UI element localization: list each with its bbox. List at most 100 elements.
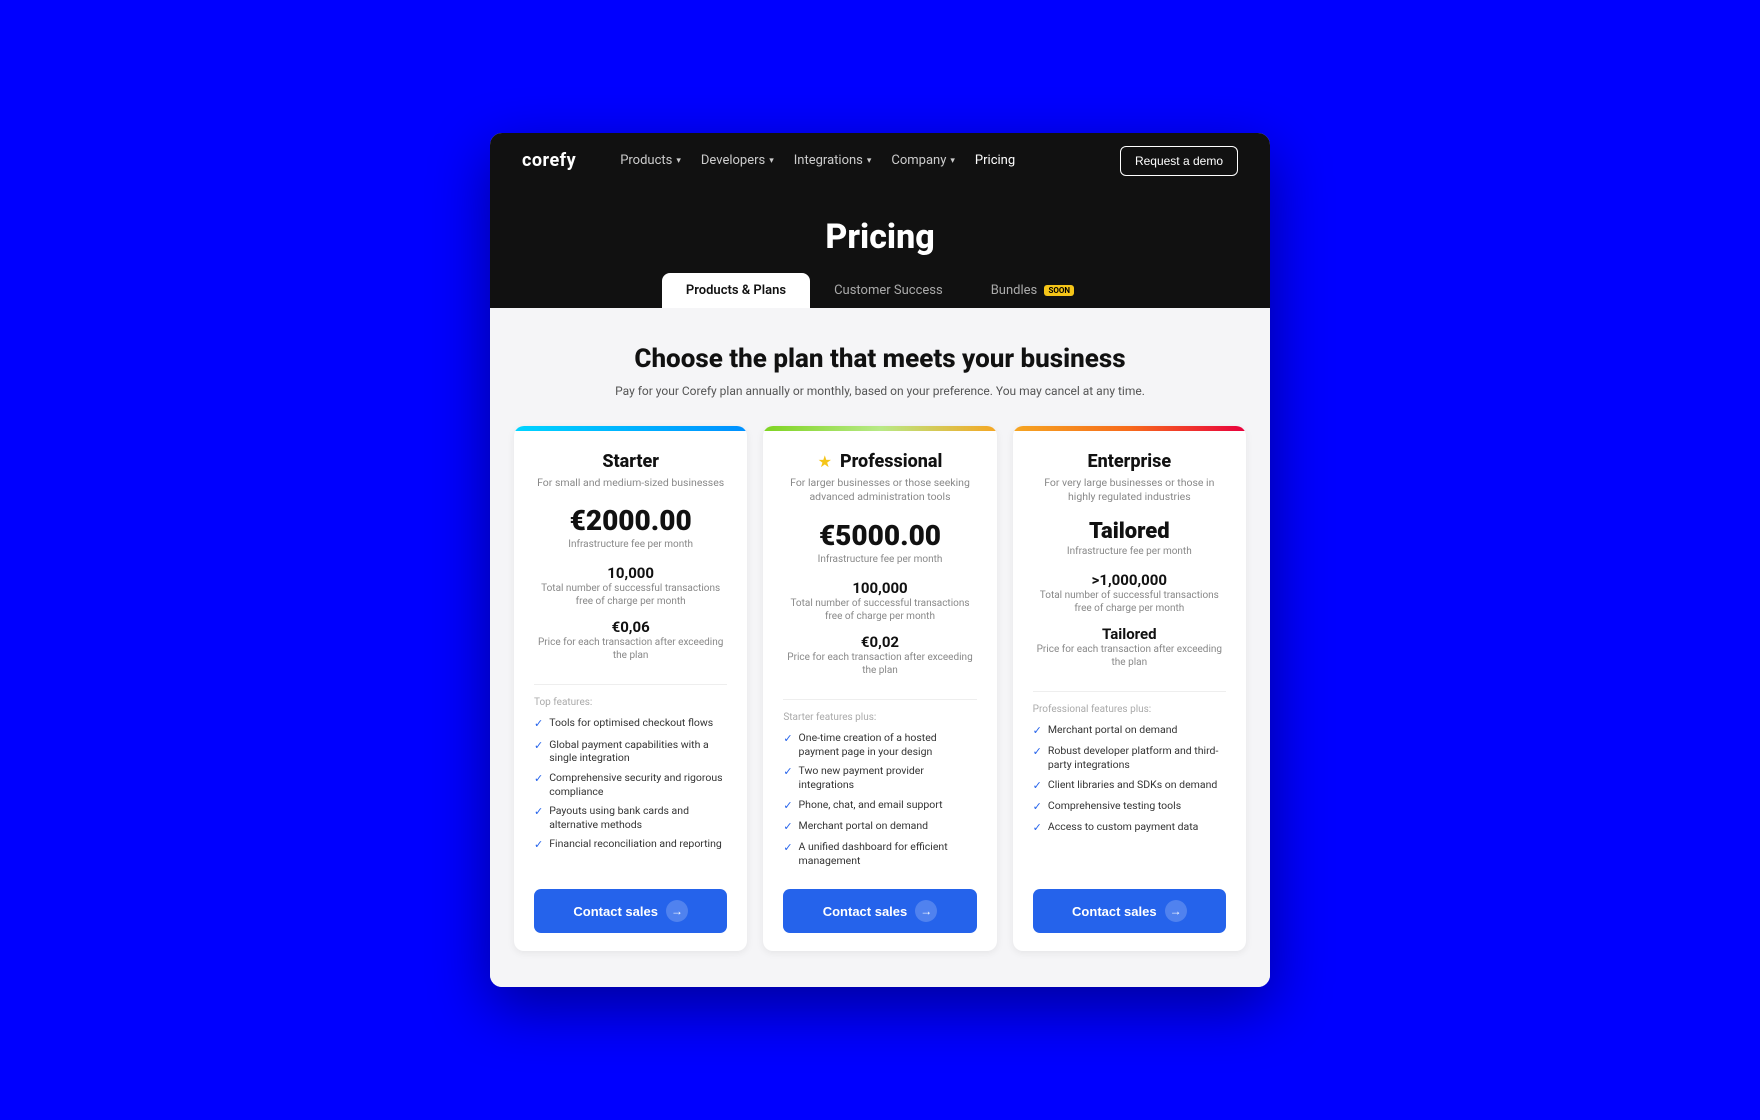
plan-desc-professional: For larger businesses or those seeking a… (783, 476, 976, 505)
plan-name-enterprise: Enterprise (1033, 451, 1226, 472)
nav-item-pricing[interactable]: Pricing (975, 153, 1015, 168)
check-icon: ✓ (783, 765, 792, 779)
check-icon: ✓ (783, 841, 792, 855)
feature-pro-0: ✓ One-time creation of a hosted payment … (783, 731, 976, 758)
plan-name-professional: Professional (840, 451, 942, 472)
check-icon: ✓ (1033, 724, 1042, 738)
feature-starter-3: ✓ Payouts using bank cards and alternati… (534, 804, 727, 831)
plan-stat-desc-starter-0: Total number of successful transactionsf… (534, 582, 727, 608)
check-icon: ✓ (1033, 821, 1042, 835)
plan-price-label-professional: Infrastructure fee per month (783, 554, 976, 565)
feature-ent-1: ✓ Robust developer platform and third-pa… (1033, 744, 1226, 771)
feature-starter-2: ✓ Comprehensive security and rigorous co… (534, 771, 727, 798)
nav-item-products[interactable]: Products ▾ (620, 153, 681, 168)
plans-grid: Starter For small and medium-sized busin… (514, 426, 1246, 952)
divider-starter (534, 684, 727, 685)
plan-footer-professional: Contact sales → (763, 889, 996, 951)
check-icon: ✓ (1033, 745, 1042, 759)
arrow-right-icon: → (666, 900, 688, 922)
check-icon: ✓ (783, 799, 792, 813)
star-icon: ★ (818, 452, 832, 471)
nav-item-developers[interactable]: Developers ▾ (701, 153, 774, 168)
main-window: corefy Products ▾ Developers ▾ Integrati… (490, 133, 1270, 988)
tab-customer-success[interactable]: Customer Success (810, 273, 967, 308)
soon-badge: SOON (1044, 285, 1074, 296)
plan-stat-fee-professional: €0,02 Price for each transaction after e… (783, 633, 976, 677)
chevron-down-icon: ▾ (950, 156, 955, 166)
nav-item-company[interactable]: Company ▾ (891, 153, 955, 168)
navbar: corefy Products ▾ Developers ▾ Integrati… (490, 133, 1270, 189)
section-subtitle: Pay for your Corefy plan annually or mon… (514, 384, 1246, 398)
check-icon: ✓ (783, 732, 792, 746)
plan-stat-fee-starter: €0,06 Price for each transaction after e… (534, 618, 727, 662)
check-icon: ✓ (783, 820, 792, 834)
plan-desc-enterprise: For very large businesses or those in hi… (1033, 476, 1226, 505)
features-label-professional: Starter features plus: (783, 712, 976, 723)
tab-bundles[interactable]: Bundles SOON (967, 273, 1098, 308)
divider-professional (783, 699, 976, 700)
feature-pro-3: ✓ Merchant portal on demand (783, 819, 976, 834)
plan-footer-starter: Contact sales → (514, 889, 747, 951)
plan-stat-desc-pro-0: Total number of successful transactionsf… (783, 597, 976, 623)
feature-ent-3: ✓ Comprehensive testing tools (1033, 799, 1226, 814)
section-title: Choose the plan that meets your business (514, 344, 1246, 374)
chevron-down-icon: ▾ (867, 156, 872, 166)
plan-stat-transactions-starter: 10,000 Total number of successful transa… (534, 564, 727, 608)
plan-price-label-enterprise: Infrastructure fee per month (1033, 546, 1226, 557)
contact-sales-button-enterprise[interactable]: Contact sales → (1033, 889, 1226, 933)
plan-card-starter: Starter For small and medium-sized busin… (514, 426, 747, 952)
plan-card-professional: ★ Professional For larger businesses or … (763, 426, 996, 952)
features-label-starter: Top features: (534, 697, 727, 708)
chevron-down-icon: ▾ (769, 156, 774, 166)
feature-ent-2: ✓ Client libraries and SDKs on demand (1033, 778, 1226, 793)
plan-stat-desc-pro-1: Price for each transaction after exceedi… (783, 651, 976, 677)
plan-card-enterprise: Enterprise For very large businesses or … (1013, 426, 1246, 952)
hero-section: Pricing Products & Plans Customer Succes… (490, 189, 1270, 308)
plan-stat-transactions-enterprise: >1,000,000 Total number of successful tr… (1033, 571, 1226, 615)
page-title: Pricing (510, 217, 1250, 257)
tabs-bar: Products & Plans Customer Success Bundle… (510, 273, 1250, 308)
check-icon: ✓ (534, 772, 543, 786)
plan-body-starter: Starter For small and medium-sized busin… (514, 431, 747, 890)
content-area: Choose the plan that meets your business… (490, 308, 1270, 988)
arrow-right-icon: → (1165, 900, 1187, 922)
plan-name-starter: Starter (534, 451, 727, 472)
check-icon: ✓ (534, 838, 543, 852)
feature-pro-4: ✓ A unified dashboard for efficient mana… (783, 840, 976, 867)
check-icon: ✓ (534, 739, 543, 753)
feature-starter-4: ✓ Financial reconciliation and reporting (534, 837, 727, 852)
contact-sales-button-professional[interactable]: Contact sales → (783, 889, 976, 933)
feature-ent-0: ✓ Merchant portal on demand (1033, 723, 1226, 738)
plan-price-starter: €2000.00 (534, 504, 727, 537)
check-icon: ✓ (1033, 800, 1042, 814)
feature-ent-4: ✓ Access to custom payment data (1033, 820, 1226, 835)
plan-stat-desc-starter-1: Price for each transaction after exceedi… (534, 636, 727, 662)
plan-price-label-starter: Infrastructure fee per month (534, 539, 727, 550)
contact-sales-button-starter[interactable]: Contact sales → (534, 889, 727, 933)
tab-products-plans[interactable]: Products & Plans (662, 273, 810, 308)
plan-footer-enterprise: Contact sales → (1013, 889, 1246, 951)
plan-name-row-professional: ★ Professional (783, 451, 976, 472)
logo[interactable]: corefy (522, 150, 576, 171)
plan-stat-desc-ent-1: Price for each transaction after exceedi… (1033, 643, 1226, 669)
plan-price-professional: €5000.00 (783, 519, 976, 552)
check-icon: ✓ (534, 717, 543, 731)
nav-items: Products ▾ Developers ▾ Integrations ▾ C… (620, 153, 1092, 168)
arrow-right-icon: → (915, 900, 937, 922)
plan-price-enterprise: Tailored (1033, 519, 1226, 544)
feature-starter-0: ✓ Tools for optimised checkout flows (534, 716, 727, 731)
plan-stat-transactions-professional: 100,000 Total number of successful trans… (783, 579, 976, 623)
divider-enterprise (1033, 691, 1226, 692)
request-demo-button[interactable]: Request a demo (1120, 146, 1238, 176)
features-label-enterprise: Professional features plus: (1033, 704, 1226, 715)
check-icon: ✓ (534, 805, 543, 819)
feature-pro-1: ✓ Two new payment provider integrations (783, 764, 976, 791)
check-icon: ✓ (1033, 779, 1042, 793)
feature-starter-1: ✓ Global payment capabilities with a sin… (534, 738, 727, 765)
plan-body-professional: ★ Professional For larger businesses or … (763, 431, 996, 890)
plan-stat-desc-ent-0: Total number of successful transactionsf… (1033, 589, 1226, 615)
chevron-down-icon: ▾ (676, 156, 681, 166)
plan-stat-fee-enterprise: Tailored Price for each transaction afte… (1033, 625, 1226, 669)
nav-item-integrations[interactable]: Integrations ▾ (794, 153, 872, 168)
plan-desc-starter: For small and medium-sized businesses (534, 476, 727, 491)
